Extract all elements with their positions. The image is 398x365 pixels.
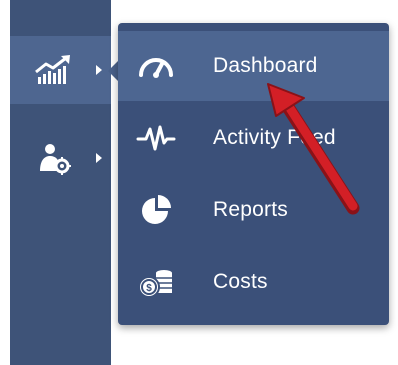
menu-item-label: Reports — [213, 198, 288, 221]
expand-caret-icon — [96, 153, 102, 163]
menu-item-reports[interactable]: Reports — [118, 175, 389, 245]
sidebar — [10, 0, 111, 365]
menu-item-label: Activity Feed — [213, 126, 336, 149]
flyout-pointer-notch — [108, 61, 118, 81]
analytics-chart-icon — [35, 55, 70, 84]
svg-text:$: $ — [146, 283, 152, 294]
menu-item-dashboard[interactable]: Dashboard — [118, 31, 389, 101]
sidebar-item-analytics[interactable] — [10, 36, 111, 104]
sidebar-item-user-settings[interactable] — [10, 124, 111, 192]
menu-item-label: Dashboard — [213, 54, 318, 77]
screenshot-stage: Dashboard Activity Feed Reports $ Costs — [0, 0, 398, 365]
expand-caret-icon — [96, 65, 102, 75]
speedometer-icon — [139, 58, 173, 78]
menu-item-activity-feed[interactable]: Activity Feed — [118, 103, 389, 173]
user-settings-icon — [40, 144, 71, 175]
pulse-icon — [136, 125, 176, 151]
flyout-menu: Dashboard Activity Feed Reports $ Costs — [118, 23, 389, 325]
coins-icon: $ — [138, 270, 172, 298]
menu-item-label: Costs — [213, 270, 268, 293]
menu-item-costs[interactable]: $ Costs — [118, 247, 389, 317]
pie-chart-icon — [142, 195, 171, 224]
flyout-menu-container: Dashboard Activity Feed Reports $ Costs — [108, 23, 389, 325]
